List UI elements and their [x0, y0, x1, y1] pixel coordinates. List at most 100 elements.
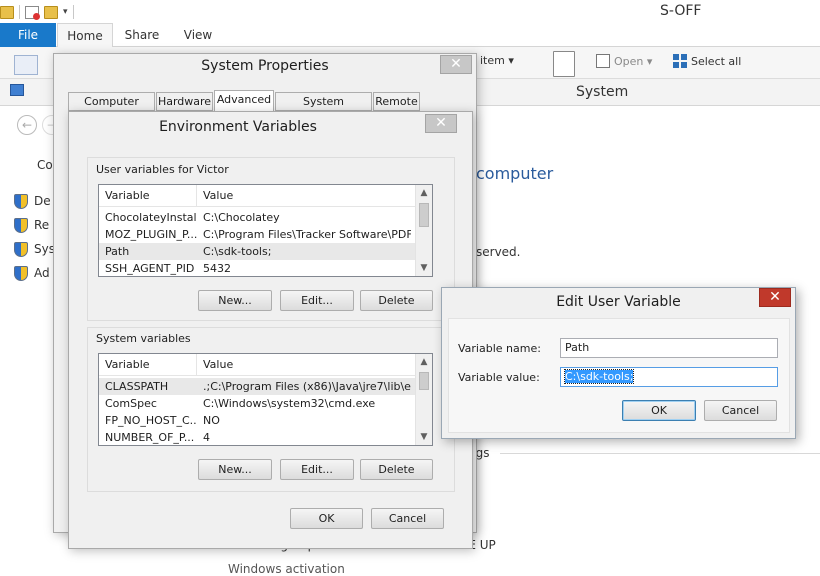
- system-new-button[interactable]: New...: [198, 459, 272, 480]
- shield-icon: [14, 217, 28, 233]
- variable-name: ComSpec: [105, 397, 157, 410]
- variable-value: 5432: [203, 262, 231, 275]
- user-delete-button[interactable]: Delete: [360, 290, 433, 311]
- variable-value-label: Variable value:: [458, 371, 540, 384]
- vertical-scrollbar[interactable]: ▲ ▼: [415, 354, 432, 445]
- dialog-title: Edit User Variable: [556, 294, 681, 310]
- open-button[interactable]: Open ▾: [596, 54, 652, 68]
- variable-name: FP_NO_HOST_C...: [105, 414, 197, 427]
- ribbon-item-button[interactable]: item ▾: [480, 54, 514, 67]
- list-item[interactable]: SSH_AGENT_PID 5432: [99, 260, 415, 276]
- close-button[interactable]: ✕: [759, 288, 791, 307]
- scroll-up-icon[interactable]: ▲: [416, 354, 432, 370]
- system-variables-list[interactable]: Variable Value CLASSPATH .;C:\Program Fi…: [98, 353, 433, 446]
- variable-name: Path: [105, 245, 130, 258]
- shield-icon: [14, 265, 28, 281]
- left-link-label: De: [34, 194, 51, 208]
- address-title: System: [576, 84, 629, 100]
- tab-advanced[interactable]: Advanced: [214, 90, 274, 111]
- variable-value-field[interactable]: C:\sdk-tools;: [560, 367, 778, 387]
- list-header: Variable Value: [99, 185, 415, 207]
- properties-icon[interactable]: [25, 5, 40, 20]
- column-header-value[interactable]: Value: [197, 354, 233, 375]
- variable-name: MOZ_PLUGIN_P...: [105, 228, 197, 241]
- variable-name: NUMBER_OF_P...: [105, 431, 195, 444]
- dialog-title: Environment Variables: [159, 119, 317, 135]
- variable-name-field[interactable]: Path: [560, 338, 778, 358]
- tab-home[interactable]: Home: [57, 23, 113, 48]
- select-all-label: Select all: [691, 54, 742, 68]
- close-icon: ✕: [769, 289, 781, 305]
- close-button[interactable]: ✕: [440, 55, 472, 74]
- column-header-variable[interactable]: Variable: [99, 185, 197, 206]
- scroll-thumb[interactable]: [419, 372, 429, 390]
- list-item[interactable]: ComSpec C:\Windows\system32\cmd.exe: [99, 395, 415, 412]
- close-button[interactable]: ✕: [425, 114, 457, 133]
- edit-cancel-button[interactable]: Cancel: [704, 400, 777, 421]
- user-new-button[interactable]: New...: [198, 290, 272, 311]
- left-pane-heading: Co: [37, 158, 53, 172]
- user-edit-button[interactable]: Edit...: [280, 290, 354, 311]
- tab-computer-name[interactable]: Computer Name: [68, 92, 155, 125]
- variable-name: ChocolateyInstall: [105, 211, 197, 224]
- system-delete-button[interactable]: Delete: [360, 459, 433, 480]
- customize-toolbar-icon[interactable]: ▾: [63, 7, 68, 17]
- vertical-scrollbar[interactable]: ▲ ▼: [415, 185, 432, 276]
- back-button[interactable]: ←: [17, 115, 37, 135]
- left-link-device-manager[interactable]: De: [14, 192, 51, 210]
- list-item[interactable]: FP_NO_HOST_C... NO: [99, 412, 415, 429]
- folder-icon[interactable]: [0, 5, 14, 19]
- page-heading: computer: [476, 164, 554, 183]
- open-icon: [596, 54, 610, 68]
- variable-name-label: Variable name:: [458, 342, 541, 355]
- list-item[interactable]: ChocolateyInstall C:\Chocolatey: [99, 209, 415, 226]
- tab-file[interactable]: File: [0, 23, 56, 47]
- variable-value: C:\Program Files\Tracker Software\PDF ..…: [203, 228, 411, 241]
- left-link-label: Ad: [34, 266, 50, 280]
- variable-name: CLASSPATH: [105, 380, 169, 393]
- tab-hardware[interactable]: Hardware: [156, 92, 213, 111]
- left-link-advanced-settings[interactable]: Ad: [14, 264, 50, 282]
- open-label: Open ▾: [614, 54, 653, 68]
- column-header-variable[interactable]: Variable: [99, 354, 197, 375]
- left-link-system-protection[interactable]: Sys: [14, 240, 55, 258]
- user-variables-label: User variables for Victor: [94, 163, 231, 176]
- copy-icon[interactable]: [14, 55, 38, 75]
- variable-value: C:\Chocolatey: [203, 211, 280, 224]
- toolbar-divider: [72, 5, 74, 19]
- list-item[interactable]: MOZ_PLUGIN_P... C:\Program Files\Tracker…: [99, 226, 415, 243]
- quick-access-toolbar: ▾: [0, 2, 74, 22]
- new-folder-icon[interactable]: [44, 5, 58, 19]
- shield-icon: [14, 241, 28, 257]
- column-header-value[interactable]: Value: [197, 185, 233, 206]
- left-link-label: Sys: [34, 242, 55, 256]
- variable-value: .;C:\Program Files (x86)\Java\jre7\lib\e…: [203, 380, 411, 393]
- toolbar-divider: [19, 5, 20, 19]
- list-item-selected[interactable]: Path C:\sdk-tools;: [99, 243, 415, 260]
- section-divider: [500, 453, 820, 454]
- system-edit-button[interactable]: Edit...: [280, 459, 354, 480]
- list-item[interactable]: NUMBER_OF_P... 4: [99, 429, 415, 445]
- variable-name-value: Path: [565, 341, 590, 354]
- tab-view[interactable]: View: [170, 23, 226, 48]
- scroll-up-icon[interactable]: ▲: [416, 185, 432, 201]
- edit-ok-button[interactable]: OK: [622, 400, 696, 421]
- variable-value: NO: [203, 414, 220, 427]
- select-all-button[interactable]: Select all: [673, 54, 741, 68]
- activation-heading: Windows activation: [228, 562, 345, 576]
- scroll-down-icon[interactable]: ▼: [416, 260, 432, 276]
- tab-system-protection[interactable]: System Protection: [275, 92, 372, 125]
- system-variables-label: System variables: [94, 332, 193, 345]
- user-variables-list[interactable]: Variable Value ChocolateyInstall C:\Choc…: [98, 184, 433, 277]
- scroll-thumb[interactable]: [419, 203, 429, 227]
- env-cancel-button[interactable]: Cancel: [371, 508, 444, 529]
- tab-share[interactable]: Share: [114, 23, 170, 48]
- env-ok-button[interactable]: OK: [290, 508, 363, 529]
- scroll-down-icon[interactable]: ▼: [416, 429, 432, 445]
- tab-remote[interactable]: Remote: [373, 92, 420, 111]
- variable-value: C:\Windows\system32\cmd.exe: [203, 397, 376, 410]
- list-item-selected[interactable]: CLASSPATH .;C:\Program Files (x86)\Java\…: [99, 378, 415, 395]
- left-link-remote-settings[interactable]: Re: [14, 216, 49, 234]
- properties-icon[interactable]: [553, 51, 575, 77]
- variable-value: 4: [203, 431, 210, 444]
